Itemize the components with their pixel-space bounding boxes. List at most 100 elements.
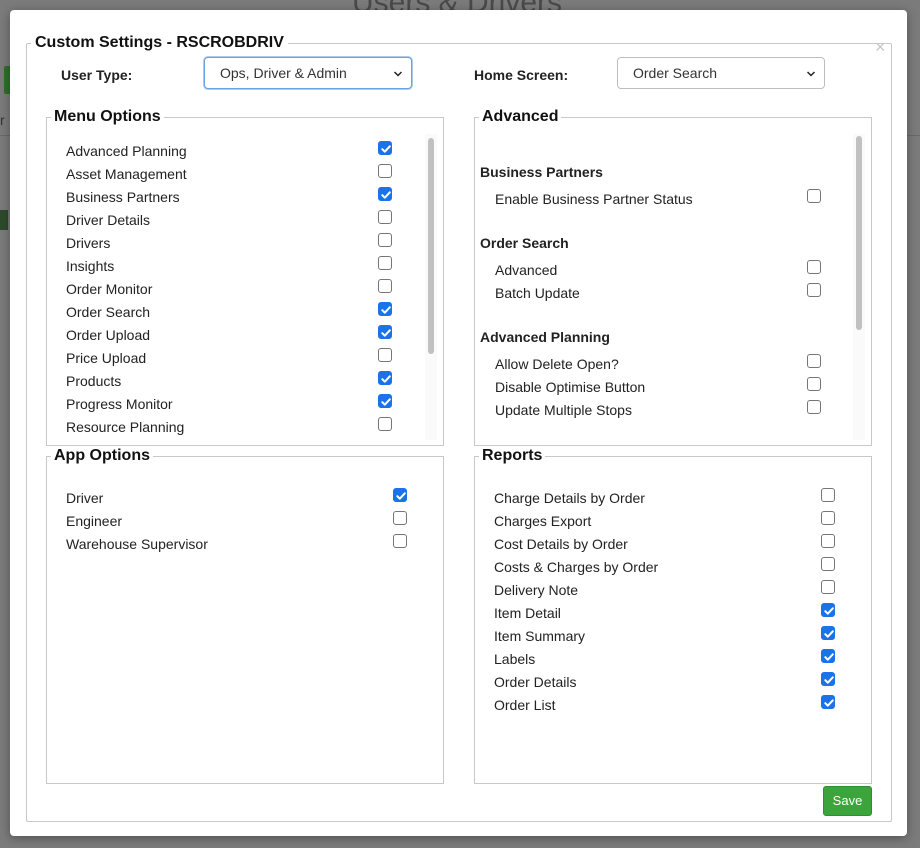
advanced-option-checkbox[interactable] xyxy=(807,400,821,414)
report-option-checkbox[interactable] xyxy=(821,626,835,640)
checkmark-icon xyxy=(824,676,834,684)
advanced-option-checkbox[interactable] xyxy=(807,283,821,297)
report-option-checkbox[interactable] xyxy=(821,534,835,548)
report-option-checkbox[interactable] xyxy=(821,557,835,571)
checkmark-icon xyxy=(381,375,391,383)
advanced-option-label: Advanced xyxy=(495,262,558,278)
report-option-checkbox[interactable] xyxy=(821,511,835,525)
user-type-value: Ops, Driver & Admin xyxy=(220,65,347,81)
advanced-option-checkbox[interactable] xyxy=(807,354,821,368)
report-option-label: Item Detail xyxy=(494,605,561,621)
checkmark-icon xyxy=(396,492,406,500)
menu-option-checkbox[interactable] xyxy=(378,348,392,362)
menu-option-label: Progress Monitor xyxy=(66,396,173,412)
background-glyph: r xyxy=(0,112,5,128)
app-option-checkbox[interactable] xyxy=(393,488,407,502)
report-option-label: Costs & Charges by Order xyxy=(494,559,659,575)
app-options-title: App Options xyxy=(54,447,150,464)
checkmark-icon xyxy=(824,699,834,707)
report-option-label: Labels xyxy=(494,651,536,667)
modal-title: Custom Settings - RSCROBDRIV xyxy=(35,34,284,51)
menu-option-label: Driver Details xyxy=(66,212,151,228)
reports-list: Charge Details by Order Charges Export Cos… xyxy=(475,475,869,775)
advanced-option-checkbox[interactable] xyxy=(807,377,821,391)
advanced-scrollbar[interactable] xyxy=(853,134,865,440)
advanced-option-label: Batch Update xyxy=(495,285,580,301)
menu-options-scroll-thumb[interactable] xyxy=(428,138,434,354)
checkmark-icon xyxy=(381,329,391,337)
report-option-checkbox[interactable] xyxy=(821,672,835,686)
report-option-label: Charge Details by Order xyxy=(494,490,645,506)
menu-options-title: Menu Options xyxy=(54,108,161,125)
advanced-list[interactable]: Business Partners Enable Business Partner… xyxy=(475,134,853,440)
advanced-group-header: Advanced Planning xyxy=(480,329,610,345)
home-screen-value: Order Search xyxy=(633,65,718,81)
advanced-option-checkbox[interactable] xyxy=(807,189,821,203)
menu-option-checkbox[interactable] xyxy=(378,302,392,316)
app-option-label: Engineer xyxy=(66,513,123,529)
menu-option-label: Price Upload xyxy=(66,350,147,366)
reports-title: Reports xyxy=(482,447,543,464)
save-button[interactable]: Save xyxy=(823,786,872,816)
menu-option-checkbox[interactable] xyxy=(378,164,392,178)
menu-option-checkbox[interactable] xyxy=(378,187,392,201)
report-option-label: Order Details xyxy=(494,674,577,690)
app-option-label: Driver xyxy=(66,490,104,506)
menu-option-checkbox[interactable] xyxy=(378,233,392,247)
menu-option-label: Order Monitor xyxy=(66,281,153,297)
report-option-label: Item Summary xyxy=(494,628,586,644)
advanced-group-header: Business Partners xyxy=(480,164,603,180)
menu-option-checkbox[interactable] xyxy=(378,256,392,270)
checkmark-icon xyxy=(824,653,834,661)
report-option-checkbox[interactable] xyxy=(821,695,835,709)
chevron-down-icon xyxy=(807,71,815,77)
background-badge xyxy=(0,210,8,230)
report-option-label: Cost Details by Order xyxy=(494,536,628,552)
menu-option-label: Insights xyxy=(66,258,115,274)
menu-option-checkbox[interactable] xyxy=(378,325,392,339)
report-option-label: Order List xyxy=(494,697,556,713)
menu-option-checkbox[interactable] xyxy=(378,394,392,408)
chevron-down-icon xyxy=(394,71,402,77)
menu-option-checkbox[interactable] xyxy=(378,210,392,224)
user-type-select[interactable]: Ops, Driver & Admin xyxy=(204,57,412,89)
advanced-scroll-thumb[interactable] xyxy=(856,136,862,330)
advanced-option-label: Allow Delete Open? xyxy=(495,356,619,372)
advanced-option-label: Enable Business Partner Status xyxy=(495,191,693,207)
background-divider xyxy=(907,135,920,136)
advanced-group-header: Order Search xyxy=(480,235,569,251)
report-option-checkbox[interactable] xyxy=(821,580,835,594)
menu-option-label: Advanced Planning xyxy=(66,143,187,159)
menu-option-checkbox[interactable] xyxy=(378,417,392,431)
custom-settings-modal: × Custom Settings - RSCROBDRIV User Type… xyxy=(10,10,907,836)
report-option-checkbox[interactable] xyxy=(821,603,835,617)
menu-options-scrollbar[interactable] xyxy=(425,134,437,440)
home-screen-label: Home Screen: xyxy=(474,67,569,83)
checkmark-icon xyxy=(381,398,391,406)
report-option-checkbox[interactable] xyxy=(821,649,835,663)
menu-option-label: Order Search xyxy=(66,304,151,320)
menu-option-label: Asset Management xyxy=(66,166,187,182)
menu-option-label: Order Upload xyxy=(66,327,151,343)
menu-option-checkbox[interactable] xyxy=(378,279,392,293)
report-option-label: Delivery Note xyxy=(494,582,579,598)
advanced-option-checkbox[interactable] xyxy=(807,260,821,274)
menu-option-label: Drivers xyxy=(66,235,111,251)
user-type-label: User Type: xyxy=(61,67,133,83)
app-option-checkbox[interactable] xyxy=(393,511,407,525)
app-option-label: Warehouse Supervisor xyxy=(66,536,208,552)
menu-option-checkbox[interactable] xyxy=(378,141,392,155)
menu-option-label: Products xyxy=(66,373,122,389)
checkmark-icon xyxy=(824,630,834,638)
background-divider xyxy=(0,135,10,136)
checkmark-icon xyxy=(381,306,391,314)
menu-option-checkbox[interactable] xyxy=(378,371,392,385)
home-screen-select[interactable]: Order Search xyxy=(617,57,825,89)
menu-option-label: Resource Planning xyxy=(66,419,185,435)
checkmark-icon xyxy=(381,145,391,153)
report-option-checkbox[interactable] xyxy=(821,488,835,502)
app-option-checkbox[interactable] xyxy=(393,534,407,548)
menu-options-list[interactable]: Advanced Planning Asset Management Busines… xyxy=(47,134,425,440)
report-option-label: Charges Export xyxy=(494,513,592,529)
checkmark-icon xyxy=(381,191,391,199)
